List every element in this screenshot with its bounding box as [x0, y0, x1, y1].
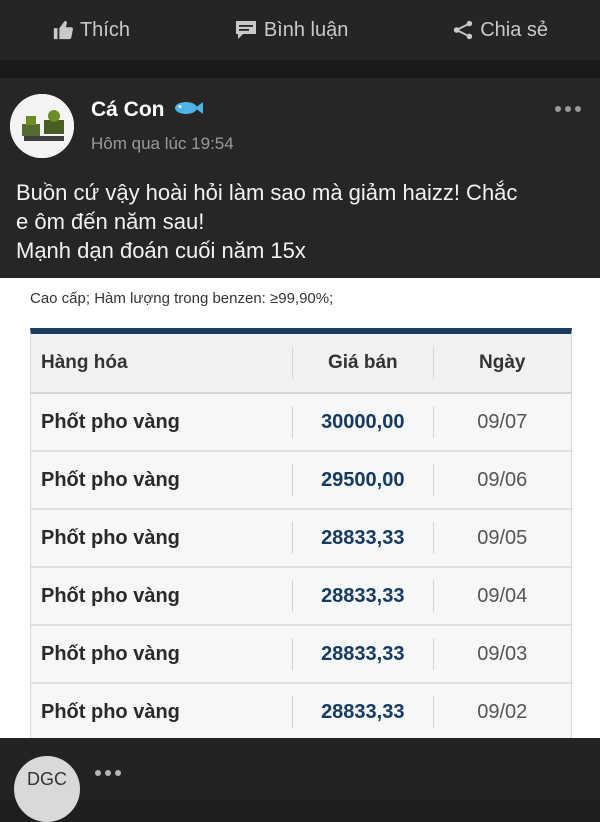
- comment-label: Bình luận: [263, 18, 349, 41]
- cell-date: 09/02: [477, 700, 528, 723]
- cell-date: 09/06: [477, 468, 528, 491]
- cell-price: 29500,00: [321, 468, 405, 491]
- post-image[interactable]: Cao cấp; Hàm lượng trong benzen: ≥99,90%…: [0, 278, 600, 738]
- comment-icon: [234, 19, 258, 41]
- thumbs-up-icon: [52, 19, 74, 41]
- table-row: Phốt pho vàng 28833,33 09/05: [31, 510, 571, 568]
- fish-icon: [173, 99, 203, 122]
- cell-product: Phốt pho vàng: [41, 700, 180, 723]
- share-icon: [452, 19, 474, 41]
- share-label: Chia sẻ: [480, 18, 549, 41]
- post-text-line: e ôm đến năm sau!: [16, 209, 205, 234]
- cell-price: 28833,33: [321, 700, 405, 723]
- cell-price: 28833,33: [321, 526, 405, 549]
- commenter-avatar[interactable]: DGC: [14, 756, 80, 822]
- cell-date: 09/07: [477, 410, 528, 433]
- cell-price: 28833,33: [321, 584, 405, 607]
- table-row: Phốt pho vàng 28833,33 09/03: [31, 626, 571, 684]
- header-date: Ngày: [479, 352, 526, 373]
- table-row: Phốt pho vàng 28833,33 09/04: [31, 568, 571, 626]
- post-timestamp: Hôm qua lúc 19:54: [91, 134, 234, 153]
- cell-date: 09/03: [477, 642, 528, 665]
- comment-bar: DGC: [0, 738, 600, 822]
- post-text-line: Buồn cứ vậy hoài hỏi làm sao mà giảm hai…: [16, 180, 518, 205]
- header-product: Hàng hóa: [41, 352, 128, 373]
- cell-price: 28833,33: [321, 642, 405, 665]
- like-button[interactable]: Thích: [52, 19, 130, 42]
- price-table: Hàng hóa Giá bán Ngày Phốt pho vàng 3000…: [30, 328, 572, 738]
- table-row: Phốt pho vàng 29500,00 09/06: [31, 452, 571, 510]
- table-row: Phốt pho vàng 30000,00 09/07: [31, 394, 571, 452]
- comment-button[interactable]: Bình luận: [234, 18, 349, 42]
- cell-date: 09/04: [477, 584, 528, 607]
- post-text: Buồn cứ vậy hoài hỏi làm sao mà giảm hai…: [16, 178, 586, 265]
- feed-divider: [0, 60, 600, 78]
- cell-date: 09/05: [477, 526, 528, 549]
- more-icon[interactable]: [94, 764, 122, 782]
- author-avatar[interactable]: [10, 94, 74, 158]
- cell-product: Phốt pho vàng: [41, 410, 180, 433]
- post-action-bar: Thích Bình luận Chia sẻ: [0, 0, 600, 60]
- post-text-line: Mạnh dạn đoán cuối năm 15x: [16, 238, 306, 263]
- author-name[interactable]: Cá Con: [91, 98, 165, 122]
- cell-product: Phốt pho vàng: [41, 468, 180, 491]
- table-header: Hàng hóa Giá bán Ngày: [31, 334, 571, 394]
- like-label: Thích: [79, 18, 130, 41]
- cell-price: 30000,00: [321, 410, 405, 433]
- cell-product: Phốt pho vàng: [41, 584, 180, 607]
- post-card: Cá Con Hôm qua lúc 19:54 Buồn cứ vậy hoà…: [0, 78, 600, 278]
- share-button[interactable]: Chia sẻ: [452, 19, 548, 42]
- image-caption: Cao cấp; Hàm lượng trong benzen: ≥99,90%…: [30, 290, 334, 307]
- cell-product: Phốt pho vàng: [41, 526, 180, 549]
- more-icon[interactable]: [554, 100, 582, 118]
- cell-product: Phốt pho vàng: [41, 642, 180, 665]
- table-row: Phốt pho vàng 28833,33 09/02: [31, 684, 571, 738]
- header-price: Giá bán: [327, 352, 398, 373]
